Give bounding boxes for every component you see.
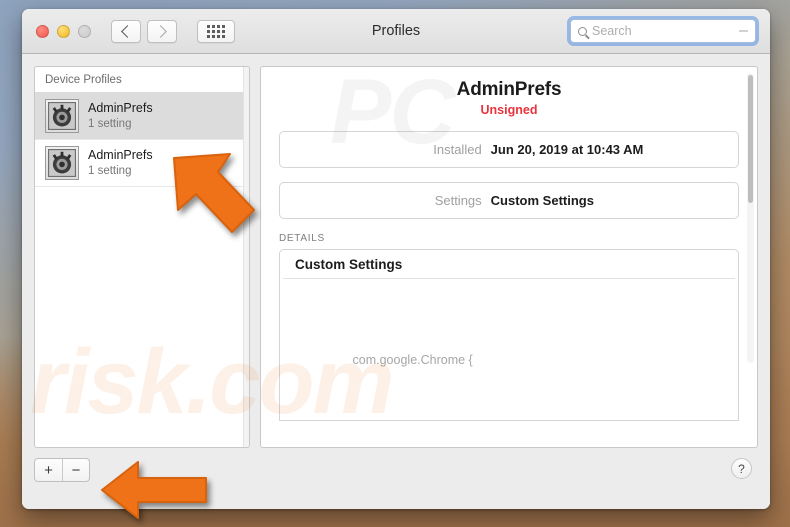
panes-container: Device Profiles AdminPrefs 1 setting Adm…: [34, 66, 758, 448]
annotation-arrow-bottom: [101, 461, 207, 519]
sidebar-item-subtitle: 1 setting: [88, 164, 132, 177]
sidebar-header: Device Profiles: [35, 67, 249, 93]
status-badge: Unsigned: [480, 103, 538, 117]
remove-profile-button[interactable]: −: [62, 459, 89, 481]
back-button[interactable]: [111, 19, 141, 43]
zoom-button: [78, 24, 91, 38]
installed-value: Jun 20, 2019 at 10:43 AM: [490, 142, 644, 157]
minimize-button[interactable]: [57, 24, 70, 38]
chevron-left-icon: [121, 24, 134, 38]
search-input[interactable]: [592, 24, 739, 38]
custom-settings-card: Custom Settings com.google.Chrome { Forc…: [279, 249, 739, 421]
installed-row: Installed Jun 20, 2019 at 10:43 AM: [279, 131, 739, 168]
add-remove-segmented-control: + −: [34, 458, 90, 482]
profile-detail-pane: AdminPrefs Unsigned Installed Jun 20, 20…: [260, 66, 758, 448]
installed-label: Installed: [433, 142, 482, 157]
profiles-preference-window: Profiles Device Profiles: [22, 9, 770, 509]
custom-settings-payload: com.google.Chrome { Forced = ( { "mcx_pr…: [280, 279, 738, 420]
sidebar-item-text: AdminPrefs 1 setting: [88, 101, 153, 131]
window-titlebar: Profiles: [22, 9, 770, 54]
window-body: Device Profiles AdminPrefs 1 setting Adm…: [22, 54, 770, 509]
sidebar-item-adminprefs-1[interactable]: AdminPrefs 1 setting: [35, 93, 249, 140]
sidebar-scrollbar[interactable]: [243, 67, 249, 447]
forward-button: [147, 19, 177, 43]
settings-row: Settings Custom Settings: [279, 182, 739, 219]
grid-icon: [207, 24, 225, 38]
details-section-label: DETAILS: [279, 233, 325, 244]
page-title: AdminPrefs: [456, 79, 562, 100]
add-profile-button[interactable]: +: [35, 459, 62, 481]
help-button[interactable]: ?: [731, 458, 752, 479]
custom-settings-card-title: Custom Settings: [283, 250, 735, 279]
sidebar-item-text: AdminPrefs 1 setting: [88, 148, 153, 178]
detail-scrollbar-thumb[interactable]: [748, 75, 753, 203]
close-button[interactable]: [36, 24, 49, 38]
traffic-light-group: [36, 24, 91, 38]
settings-value: Custom Settings: [490, 193, 594, 208]
search-icon: [578, 26, 587, 36]
sidebar-item-subtitle: 1 setting: [88, 117, 132, 130]
sidebar-item-title: AdminPrefs: [88, 148, 153, 162]
navigation-button-group: [111, 19, 235, 43]
desktop-background: Profiles Device Profiles: [0, 0, 790, 527]
sidebar-item-title: AdminPrefs: [88, 101, 153, 115]
payload-domain-line: com.google.Chrome {: [352, 352, 473, 367]
search-clear-icon[interactable]: [739, 30, 748, 32]
annotation-arrow-sidebar: [173, 153, 255, 233]
detail-content: AdminPrefs Unsigned Installed Jun 20, 20…: [261, 67, 757, 421]
settings-label: Settings: [434, 193, 482, 208]
profile-gear-icon: [45, 99, 79, 133]
device-profiles-sidebar: Device Profiles AdminPrefs 1 setting Adm…: [34, 66, 250, 448]
detail-scrollbar[interactable]: [747, 73, 754, 363]
chevron-right-icon: [154, 24, 167, 38]
search-field[interactable]: [570, 19, 756, 43]
show-all-button[interactable]: [197, 19, 235, 43]
profile-gear-icon: [45, 146, 79, 180]
